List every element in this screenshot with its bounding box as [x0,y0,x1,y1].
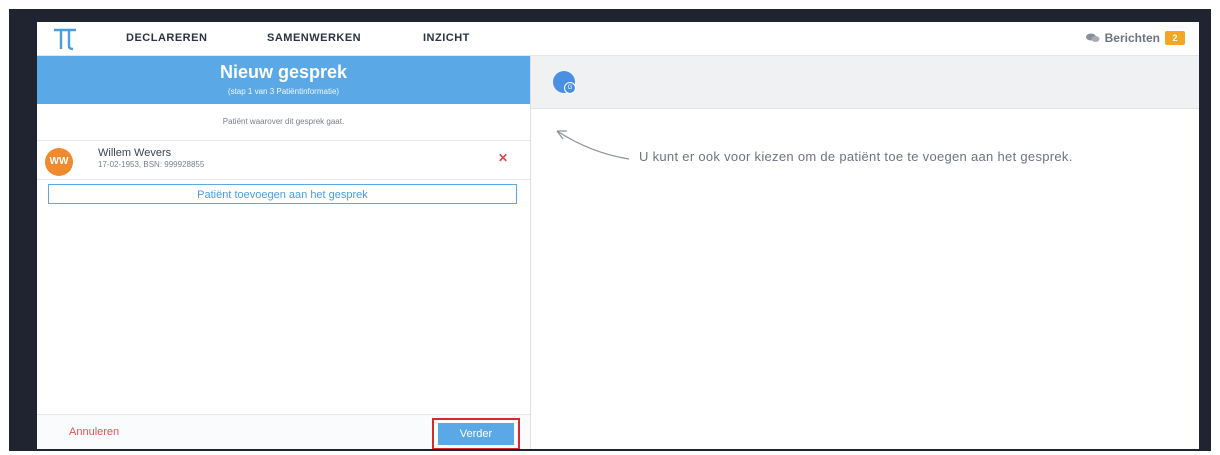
participant-avatar-badge: G [564,82,576,94]
conversation-header: G [531,56,1199,109]
wizard-header: Nieuw gesprek (stap 1 van 3 Patiëntinfor… [37,56,530,104]
wizard-footer: Annuleren Verder [37,414,530,449]
next-button-highlight: Verder [432,418,520,449]
participant-avatar[interactable]: G [553,71,576,94]
pi-logo-icon[interactable] [51,23,79,53]
messages-button[interactable]: Berichten 2 [1085,29,1185,47]
next-button[interactable]: Verder [438,423,514,445]
conversation-body: U kunt er ook voor kiezen om de patiënt … [531,109,1199,449]
app-window: DECLAREREN SAMENWERKEN INZICHT Berichten… [37,22,1199,449]
screen-frame: DECLAREREN SAMENWERKEN INZICHT Berichten… [9,9,1211,451]
nav-declareren[interactable]: DECLAREREN [126,32,207,44]
add-patient-hint: U kunt er ook voor kiezen om de patiënt … [639,149,1073,164]
messages-label: Berichten [1104,31,1160,45]
messages-count-badge: 2 [1165,31,1185,45]
patient-name: Willem Wevers [98,147,172,159]
wizard-step: (stap 1 van 3 Patiëntinformatie) [227,87,340,96]
nav-samenwerken[interactable]: SAMENWERKEN [267,32,361,44]
top-navigation: DECLAREREN SAMENWERKEN INZICHT Berichten… [37,22,1199,56]
arrow-pointing-left-icon [556,130,630,160]
patient-list-item: WW Willem Wevers 17-02-1953, BSN: 999928… [37,141,530,180]
patient-avatar: WW [45,148,73,176]
add-patient-button[interactable]: Patiënt toevoegen aan het gesprek [48,184,517,204]
patient-subtitle: Patiënt waarover dit gesprek gaat. [37,104,530,141]
patient-details: 17-02-1953, BSN: 999928855 [98,160,205,169]
chat-bubble-icon [1085,33,1100,42]
wizard-title: Nieuw gesprek [219,62,348,82]
new-conversation-panel: Nieuw gesprek (stap 1 van 3 Patiëntinfor… [37,56,531,449]
cancel-link[interactable]: Annuleren [69,426,119,438]
nav-inzicht[interactable]: INZICHT [423,32,470,44]
remove-patient-icon[interactable]: ✕ [498,151,508,165]
